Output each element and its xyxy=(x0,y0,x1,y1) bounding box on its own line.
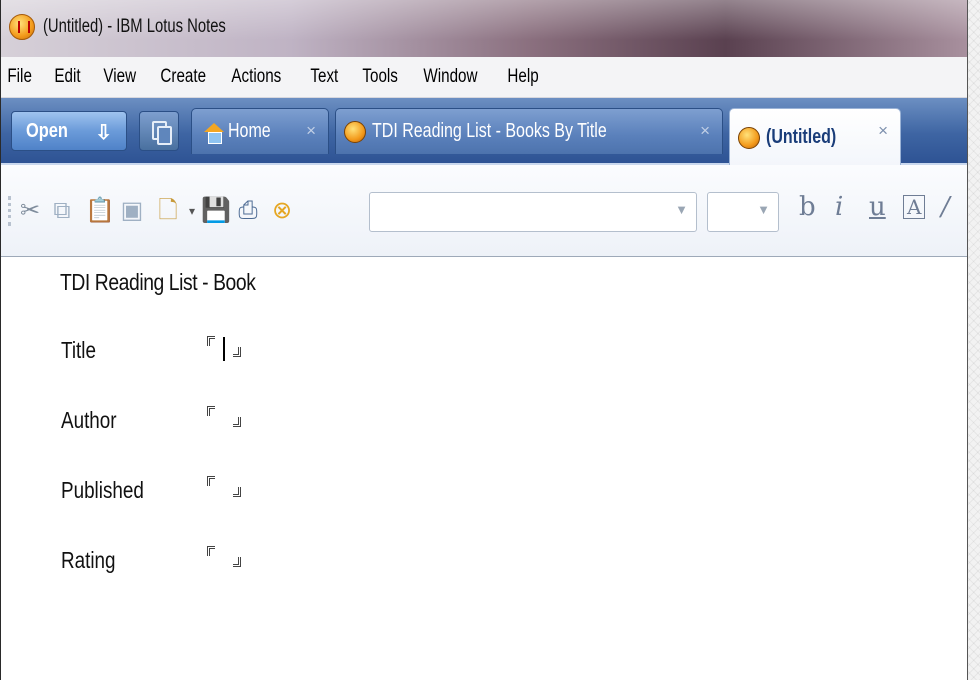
tab-home[interactable]: Home × xyxy=(191,108,329,154)
italic-button[interactable]: i xyxy=(835,192,843,222)
title-bar[interactable]: (Untitled) - IBM Lotus Notes xyxy=(1,0,967,57)
tab-untitled-label: (Untitled) xyxy=(766,126,837,148)
field-label-published: Published xyxy=(61,477,144,503)
lotus-notes-app-icon[interactable] xyxy=(9,14,35,40)
home-icon xyxy=(204,122,224,144)
tab-home-close-icon[interactable]: × xyxy=(306,121,316,141)
field-label-rating: Rating xyxy=(61,547,116,573)
rating-field[interactable] xyxy=(207,543,247,573)
tab-bar: Open ⇩ Home × TDI Reading List - Books B… xyxy=(1,98,967,166)
form-title: TDI Reading List - Book xyxy=(60,269,256,295)
window-title: (Untitled) - IBM Lotus Notes xyxy=(43,16,226,37)
database-icon xyxy=(738,126,760,149)
menu-tools[interactable]: Tools xyxy=(356,66,397,88)
copy-icon[interactable]: ⧉ xyxy=(49,197,75,225)
open-button-label: Open xyxy=(26,119,68,142)
lotus-notes-window: (Untitled) - IBM Lotus Notes File Edit V… xyxy=(0,0,968,680)
menu-file[interactable]: File xyxy=(1,66,32,88)
chevron-down-icon: ▼ xyxy=(757,202,770,217)
editing-toolbar: ✂ ⧉ 📋 ▣ 🗋 ▾ 💾 ⎙ ⊗ ▼ ▼ b i u A ∕ xyxy=(1,165,967,257)
open-button[interactable]: Open ⇩ xyxy=(11,111,127,151)
chevron-down-icon: ▼ xyxy=(675,202,688,217)
print-icon[interactable]: ⎙ xyxy=(235,197,261,225)
window-switcher-button[interactable] xyxy=(139,111,179,151)
author-field[interactable] xyxy=(207,403,247,433)
toolbar-grip[interactable] xyxy=(8,196,11,226)
tab-untitled-close-icon[interactable]: × xyxy=(878,121,888,141)
menu-text[interactable]: Text xyxy=(304,66,338,88)
save-icon[interactable]: 💾 xyxy=(201,197,231,225)
menu-actions[interactable]: Actions xyxy=(225,66,281,88)
bold-button[interactable]: b xyxy=(799,192,816,222)
database-icon xyxy=(344,120,366,143)
tab-reading-list-label: TDI Reading List - Books By Title xyxy=(372,120,607,142)
open-down-arrow-icon: ⇩ xyxy=(95,122,112,144)
title-field[interactable] xyxy=(207,333,247,363)
tab-untitled[interactable]: (Untitled) × xyxy=(729,108,901,166)
document-body[interactable]: TDI Reading List - Book Title Author Pub… xyxy=(1,257,967,680)
menu-help[interactable]: Help xyxy=(501,66,538,88)
font-select[interactable]: ▼ xyxy=(369,192,697,232)
tab-reading-list[interactable]: TDI Reading List - Books By Title × xyxy=(335,108,723,154)
window-switcher-icon xyxy=(152,121,172,145)
file-new-icon[interactable]: 🗋 xyxy=(155,197,181,225)
menu-view[interactable]: View xyxy=(97,66,136,88)
tab-reading-list-close-icon[interactable]: × xyxy=(700,121,710,141)
font-size-select[interactable]: ▼ xyxy=(707,192,779,232)
cut-icon[interactable]: ✂ xyxy=(17,197,43,225)
tab-home-label: Home xyxy=(228,120,271,142)
underline-button[interactable]: u xyxy=(869,192,886,222)
text-cursor xyxy=(223,337,225,361)
menu-bar: File Edit View Create Actions Text Tools… xyxy=(1,57,967,98)
stop-icon[interactable]: ⊗ xyxy=(269,197,295,225)
paste-special-icon[interactable]: ▣ xyxy=(119,197,145,225)
menu-create[interactable]: Create xyxy=(154,66,206,88)
field-label-title: Title xyxy=(61,337,96,363)
paste-icon[interactable]: 📋 xyxy=(85,197,115,225)
field-label-author: Author xyxy=(61,407,117,433)
menu-edit[interactable]: Edit xyxy=(48,66,80,88)
menu-window[interactable]: Window xyxy=(417,66,477,88)
published-field[interactable] xyxy=(207,473,247,503)
text-color-button[interactable]: A xyxy=(903,195,926,219)
highlight-pen-icon[interactable]: ∕ xyxy=(941,192,950,222)
